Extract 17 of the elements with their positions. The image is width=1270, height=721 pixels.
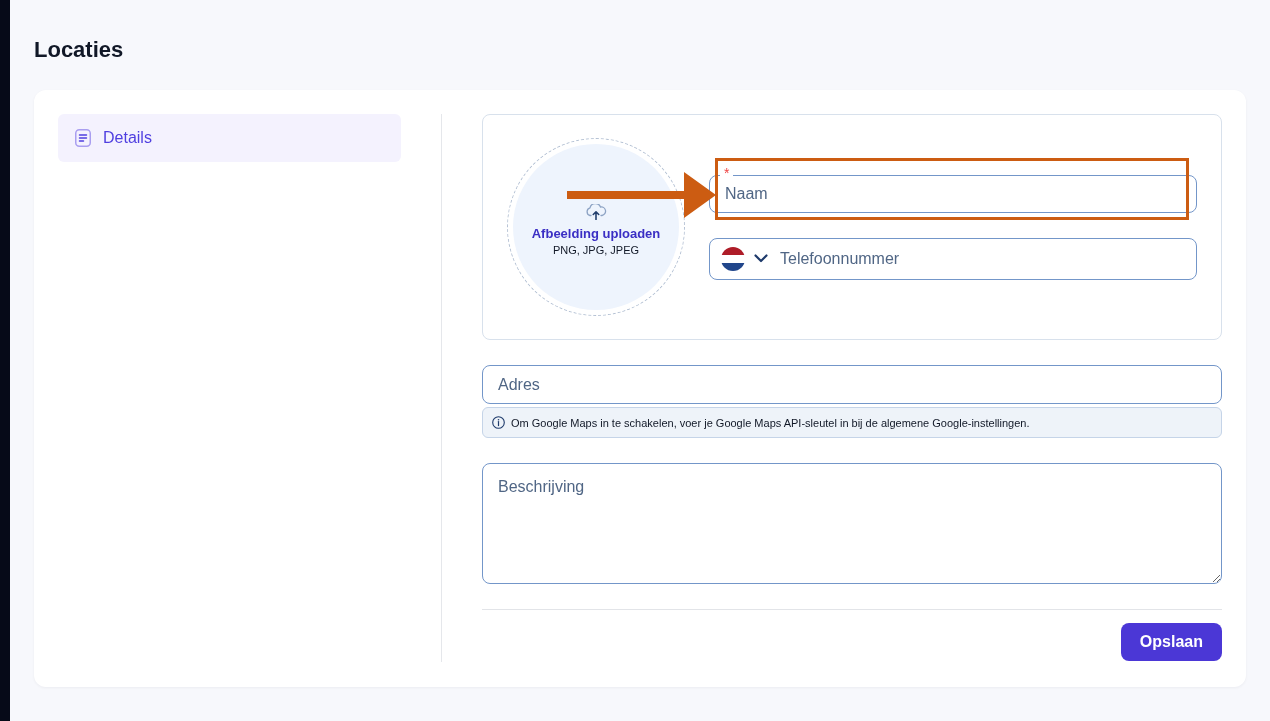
upload-title: Afbeelding uploaden bbox=[531, 225, 661, 242]
address-field[interactable]: Adres bbox=[482, 365, 1222, 404]
chevron-down-icon bbox=[754, 254, 768, 263]
sidebar-item[interactable]: Details bbox=[58, 114, 401, 162]
phone-field[interactable]: Telefoonnummer bbox=[709, 237, 1197, 280]
flag-icon bbox=[721, 246, 745, 271]
note-text: Om Google Maps in te schakelen, voer je Google Maps API-sleutel in bij de algemene Google-instellingen. bbox=[511, 416, 1030, 429]
document-icon bbox=[75, 129, 91, 147]
phone-input[interactable]: Telefoonnummer bbox=[780, 249, 1185, 268]
info-icon bbox=[492, 416, 505, 429]
page-title: Locaties bbox=[34, 36, 124, 64]
description-field[interactable]: Beschrijving bbox=[482, 463, 1222, 584]
cloud-upload-icon bbox=[585, 204, 607, 220]
upload-formats: PNG, JPG, JPEG bbox=[552, 243, 640, 258]
save-button[interactable]: Opslaan bbox=[1120, 623, 1222, 661]
name-field[interactable]: Naam bbox=[709, 174, 1197, 213]
country-select[interactable] bbox=[721, 246, 768, 271]
